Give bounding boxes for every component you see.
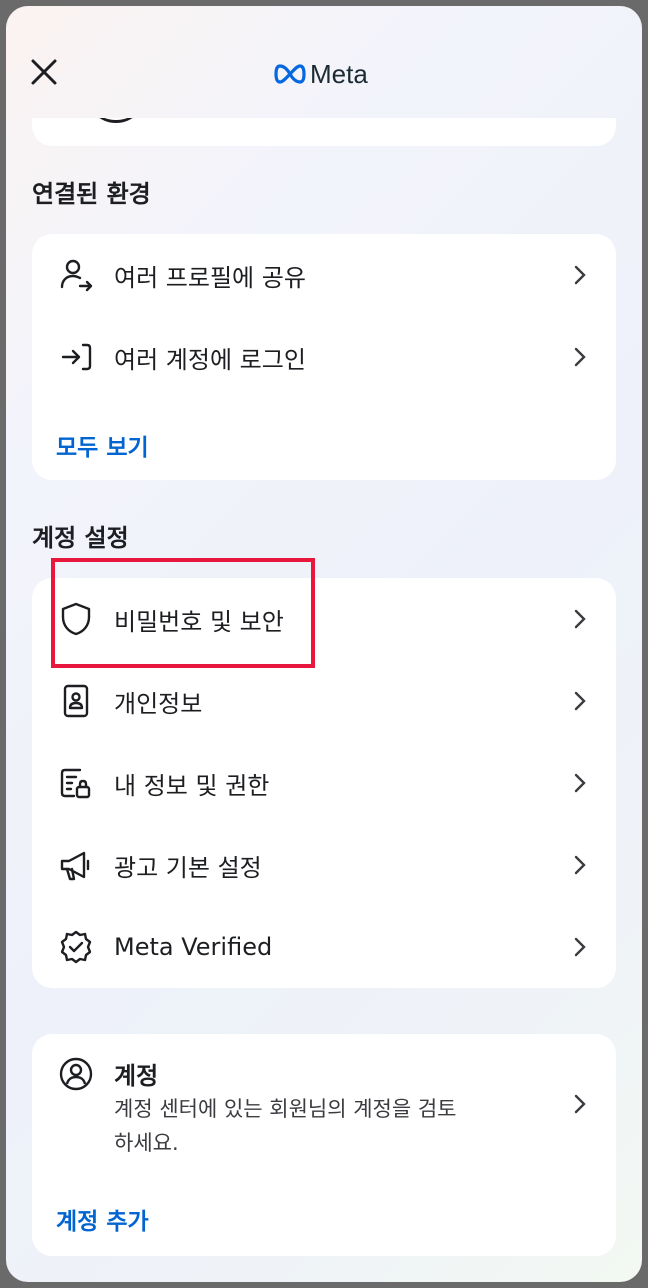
connected-card: 여러 프로필에 공유 여러 계정에 로그인 모두 보기 bbox=[32, 234, 616, 480]
section-title-connected: 연결된 환경 bbox=[32, 180, 151, 208]
row-ad-preferences[interactable]: 광고 기본 설정 bbox=[32, 824, 616, 906]
row-label: 광고 기본 설정 bbox=[114, 853, 262, 882]
close-icon bbox=[31, 59, 57, 85]
meta-logo: Meta bbox=[274, 56, 368, 92]
logo-text: Meta bbox=[310, 58, 368, 89]
chevron-right-icon bbox=[570, 773, 590, 793]
row-label: Meta Verified bbox=[114, 933, 273, 961]
accounts-description: 계정 센터에 있는 회원님의 계정을 검토하세요. bbox=[114, 1097, 457, 1155]
row-meta-verified[interactable]: Meta Verified bbox=[32, 906, 616, 988]
row-personal-info[interactable]: 개인정보 bbox=[32, 660, 616, 742]
section-title-account-settings: 계정 설정 bbox=[32, 524, 129, 552]
meta-infinity-icon bbox=[274, 64, 306, 84]
header: Meta bbox=[6, 6, 642, 118]
megaphone-icon bbox=[56, 845, 96, 885]
row-label: 내 정보 및 권한 bbox=[114, 771, 270, 800]
accounts-title: 계정 bbox=[114, 1062, 159, 1090]
accounts-card: 계정 계정 센터에 있는 회원님의 계정을 검토하세요. 계정 추가 bbox=[32, 1034, 616, 1256]
share-profiles-icon bbox=[56, 255, 96, 295]
add-account-link[interactable]: 계정 추가 bbox=[56, 1202, 149, 1236]
info-permissions-icon bbox=[56, 763, 96, 803]
row-accounts[interactable]: 계정 계정 센터에 있는 회원님의 계정을 검토하세요. bbox=[32, 1034, 616, 1174]
chevron-right-icon bbox=[570, 347, 590, 367]
row-label: 개인정보 bbox=[114, 689, 203, 718]
chevron-right-icon bbox=[570, 1094, 590, 1114]
chevron-right-icon bbox=[570, 691, 590, 711]
chevron-right-icon bbox=[570, 937, 590, 957]
top-card-partial bbox=[6, 118, 642, 148]
chevron-right-icon bbox=[570, 855, 590, 875]
chevron-right-icon bbox=[570, 609, 590, 629]
account-circle-icon bbox=[56, 1054, 96, 1094]
login-arrow-icon bbox=[56, 337, 96, 377]
id-card-icon bbox=[56, 681, 96, 721]
shield-icon bbox=[56, 599, 96, 639]
row-login-accounts[interactable]: 여러 계정에 로그인 bbox=[32, 316, 616, 398]
see-all-link[interactable]: 모두 보기 bbox=[56, 428, 149, 462]
row-info-permissions[interactable]: 내 정보 및 권한 bbox=[32, 742, 616, 824]
chevron-right-icon bbox=[570, 265, 590, 285]
verified-badge-icon bbox=[56, 927, 96, 967]
accounts-center-screen: Meta 연결된 환경 여러 프로필에 공유 여러 계정에 로그인 모두 보기 … bbox=[6, 6, 642, 1282]
row-label: 비밀번호 및 보안 bbox=[114, 607, 284, 636]
row-share-profiles[interactable]: 여러 프로필에 공유 bbox=[32, 234, 616, 316]
row-label: 여러 프로필에 공유 bbox=[114, 263, 306, 292]
account-settings-card: 비밀번호 및 보안 개인정보 내 정보 및 권한 광고 기본 설정 Meta V… bbox=[32, 578, 616, 988]
row-label: 여러 계정에 로그인 bbox=[114, 345, 306, 374]
close-button[interactable] bbox=[26, 54, 62, 90]
row-password-security[interactable]: 비밀번호 및 보안 bbox=[32, 578, 616, 660]
